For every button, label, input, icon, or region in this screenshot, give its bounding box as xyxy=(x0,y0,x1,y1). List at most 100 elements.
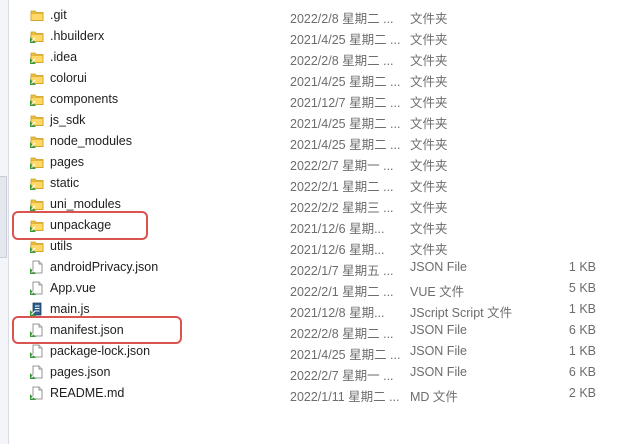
folder-icon xyxy=(30,155,44,169)
file-type: 文件夹 xyxy=(410,75,448,89)
file-row[interactable]: js_sdk 2021/4/25 星期二 ... 文件夹 xyxy=(0,110,626,131)
file-name: js_sdk xyxy=(50,113,86,127)
file-date: 2022/2/7 星期一 ... xyxy=(290,159,394,173)
file-row[interactable]: .git 2022/2/8 星期二 ... 文件夹 xyxy=(0,5,626,26)
file-icon xyxy=(30,281,44,295)
file-row[interactable]: uni_modules 2022/2/2 星期三 ... 文件夹 xyxy=(0,194,626,215)
file-icon xyxy=(30,386,44,400)
file-row[interactable]: pages 2022/2/7 星期一 ... 文件夹 xyxy=(0,152,626,173)
file-name: .idea xyxy=(50,50,78,64)
folder-icon xyxy=(30,29,44,43)
file-row[interactable]: colorui 2021/4/25 星期二 ... 文件夹 xyxy=(0,68,626,89)
folder-icon xyxy=(30,134,44,148)
file-name: .git xyxy=(50,8,67,22)
file-date: 2021/4/25 星期二 ... xyxy=(290,75,401,89)
file-size: 6 KB xyxy=(568,323,596,337)
folder-icon xyxy=(30,113,44,127)
file-date: 2022/2/7 星期一 ... xyxy=(290,369,394,383)
file-date: 2021/12/8 星期... xyxy=(290,306,385,320)
folder-icon xyxy=(30,8,44,22)
file-row[interactable]: .hbuilderx 2021/4/25 星期二 ... 文件夹 xyxy=(0,26,626,47)
folder-icon xyxy=(30,176,44,190)
file-type: 文件夹 xyxy=(410,180,448,194)
file-date: 2022/2/8 星期二 ... xyxy=(290,12,394,26)
folder-icon xyxy=(30,218,44,232)
file-type: VUE 文件 xyxy=(410,285,465,299)
file-row[interactable]: utils 2021/12/6 星期... 文件夹 xyxy=(0,236,626,257)
file-row[interactable]: package-lock.json 2021/4/25 星期二 ... JSON F… xyxy=(0,341,626,362)
file-name: components xyxy=(50,92,119,106)
file-row[interactable]: README.md 2022/1/11 星期二 ... MD 文件 2 KB xyxy=(0,383,626,404)
file-name: pages xyxy=(50,155,85,169)
file-date: 2021/12/6 星期... xyxy=(290,222,385,236)
file-row[interactable]: unpackage 2021/12/6 星期... 文件夹 xyxy=(0,215,626,236)
file-row[interactable]: App.vue 2022/2/1 星期二 ... VUE 文件 5 KB xyxy=(0,278,626,299)
file-name: App.vue xyxy=(50,281,96,295)
file-row[interactable]: components 2021/12/7 星期二 ... 文件夹 xyxy=(0,89,626,110)
file-type: 文件夹 xyxy=(410,222,448,236)
file-name: uni_modules xyxy=(50,197,121,211)
file-type: 文件夹 xyxy=(410,138,448,152)
file-size: 5 KB xyxy=(568,281,596,295)
file-size: 1 KB xyxy=(568,260,596,274)
file-type: JSON File xyxy=(410,365,467,379)
file-date: 2021/12/7 星期二 ... xyxy=(290,96,401,110)
file-date: 2021/4/25 星期二 ... xyxy=(290,138,401,152)
folder-icon xyxy=(30,92,44,106)
file-name: utils xyxy=(50,239,73,253)
file-icon xyxy=(30,260,44,274)
file-icon xyxy=(30,365,44,379)
file-row[interactable]: .idea 2022/2/8 星期二 ... 文件夹 xyxy=(0,47,626,68)
file-name: main.js xyxy=(50,302,90,316)
file-type: 文件夹 xyxy=(410,117,448,131)
file-row[interactable]: node_modules 2021/4/25 星期二 ... 文件夹 xyxy=(0,131,626,152)
file-type: JSON File xyxy=(410,323,467,337)
folder-icon xyxy=(30,239,44,253)
file-name: unpackage xyxy=(50,218,112,232)
file-date: 2022/1/11 星期二 ... xyxy=(290,390,400,404)
file-type: JSON File xyxy=(410,344,467,358)
file-row[interactable]: static 2022/2/1 星期二 ... 文件夹 xyxy=(0,173,626,194)
file-date: 2021/4/25 星期二 ... xyxy=(290,33,401,47)
file-row[interactable]: manifest.json 2022/2/8 星期二 ... JSON File 6 … xyxy=(0,320,626,341)
file-type: 文件夹 xyxy=(410,54,448,68)
file-type: 文件夹 xyxy=(410,12,448,26)
file-date: 2022/2/8 星期二 ... xyxy=(290,327,394,341)
file-icon xyxy=(30,344,44,358)
file-icon xyxy=(30,323,44,337)
file-type: 文件夹 xyxy=(410,33,448,47)
file-type: MD 文件 xyxy=(410,390,458,404)
file-name: node_modules xyxy=(50,134,133,148)
file-type: JScript Script 文件 xyxy=(410,306,513,320)
file-name: package-lock.json xyxy=(50,344,151,358)
file-size: 1 KB xyxy=(568,302,596,316)
file-type: 文件夹 xyxy=(410,159,448,173)
file-name: androidPrivacy.json xyxy=(50,260,159,274)
file-row[interactable]: pages.json 2022/2/7 星期一 ... JSON File 6 KB xyxy=(0,362,626,383)
file-size: 6 KB xyxy=(568,365,596,379)
file-name: .hbuilderx xyxy=(50,29,105,43)
file-row[interactable]: main.js 2021/12/8 星期... JScript Script 文件 1… xyxy=(0,299,626,320)
file-name: pages.json xyxy=(50,365,111,379)
file-size: 2 KB xyxy=(568,386,596,400)
file-name: colorui xyxy=(50,71,87,85)
file-row[interactable]: androidPrivacy.json 2022/1/7 星期五 ... JSON … xyxy=(0,257,626,278)
file-date: 2022/1/7 星期五 ... xyxy=(290,264,394,278)
file-list: .git 2022/2/8 星期二 ... 文件夹 .hbuilderx 2021/4/… xyxy=(0,5,626,404)
file-date: 2021/4/25 星期二 ... xyxy=(290,348,401,362)
script-icon xyxy=(30,302,44,316)
file-name: manifest.json xyxy=(50,323,124,337)
file-type: JSON File xyxy=(410,260,467,274)
file-name: static xyxy=(50,176,80,190)
file-date: 2021/12/6 星期... xyxy=(290,243,385,257)
file-name: README.md xyxy=(50,386,125,400)
folder-icon xyxy=(30,71,44,85)
file-type: 文件夹 xyxy=(410,201,448,215)
file-date: 2022/2/1 星期二 ... xyxy=(290,285,394,299)
folder-icon xyxy=(30,50,44,64)
folder-icon xyxy=(30,197,44,211)
file-type: 文件夹 xyxy=(410,243,448,257)
file-type: 文件夹 xyxy=(410,96,448,110)
file-date: 2022/2/1 星期二 ... xyxy=(290,180,394,194)
file-date: 2022/2/8 星期二 ... xyxy=(290,54,394,68)
